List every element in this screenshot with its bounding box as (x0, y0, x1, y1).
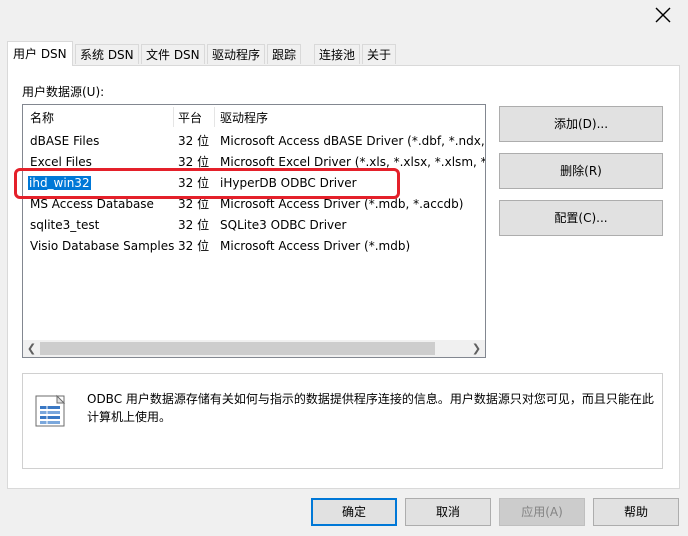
row-driver: Microsoft Access dBASE Driver (*.dbf, *.… (220, 134, 485, 148)
row-driver: SQLite3 ODBC Driver (220, 218, 347, 232)
datasource-icon (35, 394, 66, 427)
table-row[interactable]: Visio Database Samples 32 位 Microsoft Ac… (23, 236, 485, 257)
row-name: Excel Files (30, 155, 92, 169)
selected-row-name: ihd_win32 (28, 176, 91, 190)
help-button[interactable]: 帮助 (593, 498, 679, 526)
configure-button[interactable]: 配置(C)... (499, 200, 663, 236)
row-driver: Microsoft Access Driver (*.mdb) (220, 239, 411, 253)
scrollbar-thumb[interactable] (40, 342, 435, 355)
column-header-platform[interactable]: 平台 (178, 108, 202, 128)
row-platform: 32 位 (178, 134, 210, 148)
column-header-name[interactable]: 名称 (30, 108, 54, 128)
tab-file-dsn[interactable]: 文件 DSN (141, 44, 205, 64)
info-text: ODBC 用户数据源存储有关如何与指示的数据提供程序连接的信息。用户数据源只对您… (87, 392, 654, 424)
apply-button[interactable]: 应用(A) (499, 498, 585, 526)
table-row[interactable]: dBASE Files 32 位 Microsoft Access dBASE … (23, 131, 485, 152)
row-name: sqlite3_test (30, 218, 100, 232)
row-driver: Microsoft Access Driver (*.mdb, *.accdb) (220, 197, 464, 211)
datasource-list[interactable]: 名称 平台 驱动程序 dBASE Files 32 位 Microsoft Ac… (22, 104, 486, 358)
tab-about[interactable]: 关于 (362, 44, 397, 64)
tab-drivers[interactable]: 驱动程序 (207, 44, 266, 64)
remove-button[interactable]: 删除(R) (499, 153, 663, 189)
row-platform: 32 位 (178, 155, 210, 169)
row-platform: 32 位 (178, 218, 210, 232)
row-name: MS Access Database (30, 197, 154, 211)
table-row[interactable]: sqlite3_test 32 位 SQLite3 ODBC Driver (23, 215, 485, 236)
row-name: dBASE Files (30, 134, 100, 148)
row-platform: 32 位 (178, 176, 210, 190)
tab-user-dsn[interactable]: 用户 DSN (7, 41, 73, 66)
column-divider[interactable] (173, 107, 174, 127)
horizontal-scrollbar[interactable]: ❮ ❯ (23, 340, 485, 357)
close-button[interactable] (650, 4, 676, 26)
scroll-left-icon[interactable]: ❮ (23, 340, 40, 357)
user-datasource-label: 用户数据源(U): (22, 85, 105, 99)
tab-connection-pooling[interactable]: 连接池 (314, 44, 361, 64)
scroll-right-icon[interactable]: ❯ (468, 340, 485, 357)
column-header-driver[interactable]: 驱动程序 (220, 108, 268, 128)
row-driver: Microsoft Excel Driver (*.xls, *.xlsx, *… (220, 155, 485, 169)
column-divider[interactable] (214, 107, 215, 127)
close-icon (655, 7, 671, 23)
table-row[interactable]: MS Access Database 32 位 Microsoft Access… (23, 194, 485, 215)
cancel-button[interactable]: 取消 (405, 498, 491, 526)
row-platform: 32 位 (178, 197, 210, 211)
tab-tracing[interactable]: 跟踪 (267, 44, 302, 64)
tab-system-dsn[interactable]: 系统 DSN (75, 44, 139, 64)
ok-button[interactable]: 确定 (311, 498, 397, 526)
add-button[interactable]: 添加(D)... (499, 106, 663, 142)
table-row[interactable]: Excel Files 32 位 Microsoft Excel Driver … (23, 152, 485, 173)
row-platform: 32 位 (178, 239, 210, 253)
row-name: ihd_win32 (28, 173, 175, 194)
table-row-selected[interactable]: ihd_win32 32 位 iHyperDB ODBC Driver (23, 173, 485, 194)
row-name: Visio Database Samples (30, 239, 175, 253)
row-driver: iHyperDB ODBC Driver (220, 176, 357, 190)
info-box: ODBC 用户数据源存储有关如何与指示的数据提供程序连接的信息。用户数据源只对您… (22, 373, 663, 469)
